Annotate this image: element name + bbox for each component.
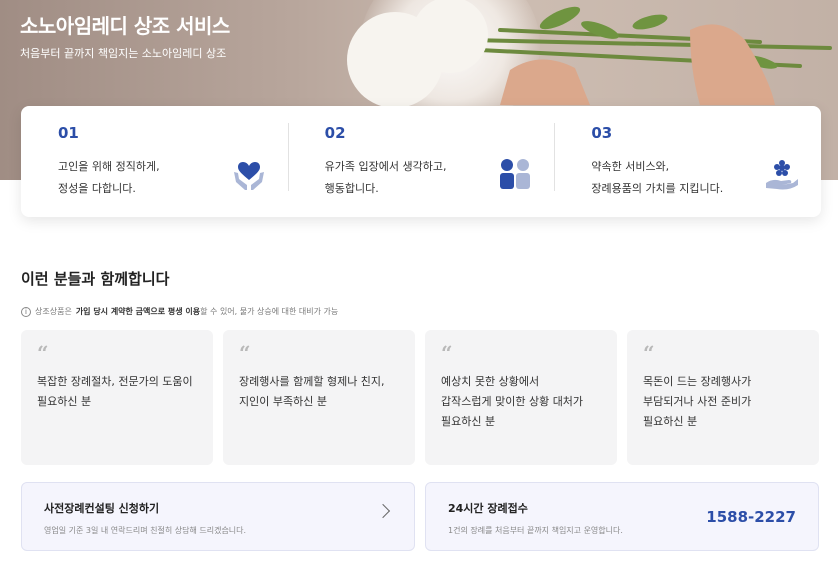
page-subtitle: 처음부터 끝까지 책임지는 소노아임레디 상조: [20, 47, 227, 60]
people-icon: [500, 159, 531, 189]
note-highlight: 가입 당시 계약한 금액으로 평생 이용: [75, 307, 201, 316]
reception-subtitle: 1건의 장례를 처음부터 끝까지 책임지고 운영합니다.: [448, 526, 623, 535]
promise-number: 01: [58, 124, 79, 142]
promise-number: 02: [324, 124, 346, 142]
promise-panel: 01 고인을 위해 정직하게, 정성을 다합니다. 02 유가족 입장에서 생각…: [21, 106, 821, 217]
quote-icon: “: [441, 341, 453, 365]
promise-item-2: 02 유가족 입장에서 생각하고, 행동합니다.: [287, 106, 555, 217]
promise-number: 03: [591, 124, 613, 142]
audience-card: “ 장례행사를 함께할 형제나 친지, 지인이 부족하신 분: [223, 330, 415, 465]
quote-icon: “: [239, 341, 251, 365]
audience-card: “ 목돈이 드는 장례행사가 부담되거나 사전 준비가 필요하신 분: [627, 330, 819, 465]
audience-card-text: 복잡한 장례절차, 전문가의 도움이 필요하신 분: [37, 375, 193, 408]
note-suffix: 할 수 있어, 물가 상승에 대한 대비가 가능: [200, 307, 339, 316]
audience-section-title: 이런 분들과 함께합니다: [21, 270, 170, 288]
heart-hands-icon: [233, 162, 264, 190]
consulting-request-button[interactable]: 사전장례컨설팅 신청하기 영업일 기준 3일 내 연락드리며 친절히 상담해 드…: [21, 482, 415, 551]
reception-box: 24시간 장례접수 1건의 장례를 처음부터 끝까지 책임지고 운영합니다. 1…: [425, 482, 819, 551]
audience-cards: “ 복잡한 장례절차, 전문가의 도움이 필요하신 분 “ 장례행사를 함께할 …: [21, 330, 820, 465]
consulting-subtitle: 영업일 기준 3일 내 연락드리며 친절히 상담해 드리겠습니다.: [44, 526, 247, 535]
promise-item-1: 01 고인을 위해 정직하게, 정성을 다합니다.: [21, 106, 288, 217]
promise-item-3: 03 약속한 서비스와, 장례용품의 가치를 지킵니다.: [554, 106, 821, 217]
audience-note: i 상조상품은 가입 당시 계약한 금액으로 평생 이용할 수 있어, 물가 상…: [21, 306, 338, 317]
bottom-actions: 사전장례컨설팅 신청하기 영업일 기준 3일 내 연락드리며 친절히 상담해 드…: [21, 482, 820, 551]
audience-card: “ 예상치 못한 상황에서 갑작스럽게 맞이한 상황 대처가 필요하신 분: [425, 330, 617, 465]
audience-card-text: 목돈이 드는 장례행사가 부담되거나 사전 준비가 필요하신 분: [643, 375, 752, 428]
quote-icon: “: [37, 341, 49, 365]
info-icon: i: [21, 306, 31, 317]
note-prefix: 상조상품은: [35, 307, 72, 316]
audience-card: “ 복잡한 장례절차, 전문가의 도움이 필요하신 분: [21, 330, 213, 465]
page-title: 소노아임레디 상조 서비스: [20, 14, 230, 38]
quote-icon: “: [643, 341, 655, 365]
audience-card-text: 예상치 못한 상황에서 갑작스럽게 맞이한 상황 대처가 필요하신 분: [441, 375, 584, 428]
audience-card-text: 장례행사를 함께할 형제나 친지, 지인이 부족하신 분: [239, 375, 385, 408]
flower-hand-icon: [766, 160, 799, 190]
consulting-title: 사전장례컨설팅 신청하기: [44, 502, 160, 515]
phone-number-link[interactable]: 1588-2227: [706, 508, 796, 526]
